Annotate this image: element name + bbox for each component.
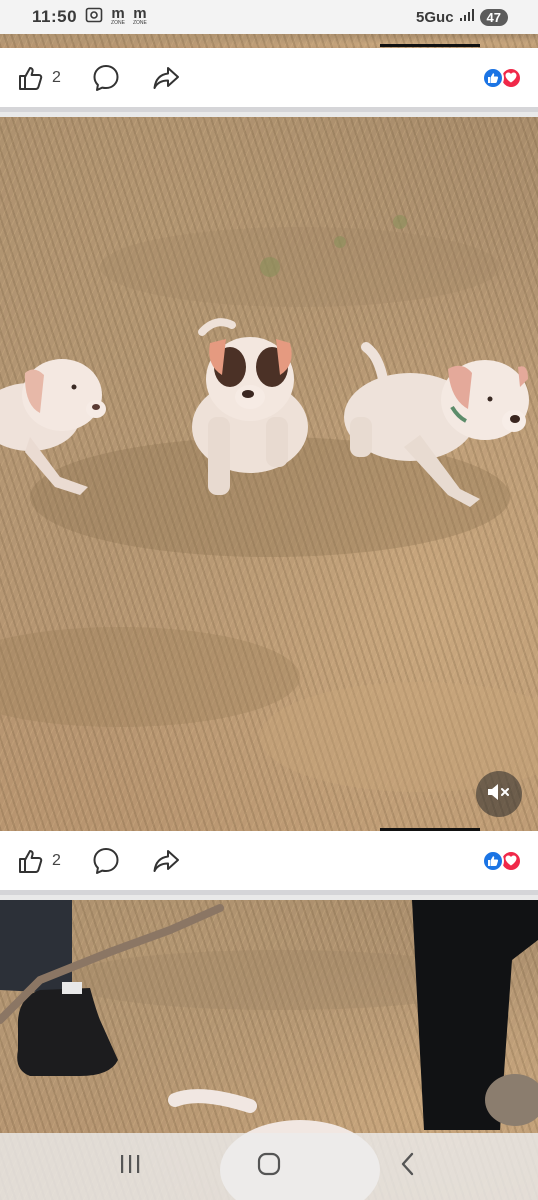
status-right: 5Guc 47 — [416, 8, 508, 26]
status-bar: 11:50 m ZONE m ZONE 5Guc 47 — [0, 0, 538, 34]
post-1-like-count: 2 — [52, 68, 61, 86]
share-icon — [151, 63, 181, 93]
post-2-share-button[interactable] — [151, 846, 181, 876]
battery-badge: 47 — [479, 8, 508, 26]
zone-indicator-1: m ZONE — [111, 4, 125, 27]
post-2-like-count: 2 — [52, 851, 61, 869]
like-reaction-icon — [482, 849, 504, 872]
post-2-reactions[interactable] — [482, 849, 522, 872]
post-2-comment-button[interactable] — [91, 846, 121, 876]
post-1-video[interactable] — [0, 117, 538, 831]
speaker-muted-icon — [486, 781, 512, 808]
signal-icon — [459, 8, 474, 26]
zone-indicator-2-caption: ZONE — [132, 19, 147, 26]
post-2-action-bar: 2 — [0, 831, 538, 895]
back-icon — [400, 1152, 416, 1181]
home-button[interactable] — [239, 1147, 299, 1187]
system-nav-bar — [0, 1133, 538, 1200]
post-1-reactions[interactable] — [482, 66, 522, 89]
status-left: 11:50 m ZONE m ZONE — [32, 4, 147, 28]
share-icon — [151, 846, 181, 876]
comment-icon — [91, 846, 121, 876]
previous-video-progress — [380, 44, 480, 47]
zone-indicator-2-letter: m — [133, 4, 147, 22]
mute-toggle-button[interactable] — [476, 771, 522, 817]
recent-apps-button[interactable] — [100, 1147, 160, 1187]
post-1-share-button[interactable] — [151, 63, 181, 93]
screen: 11:50 m ZONE m ZONE 5Guc 47 2 2 — [0, 0, 538, 1200]
post-1-comment-button[interactable] — [91, 63, 121, 93]
back-button[interactable] — [378, 1147, 438, 1187]
network-type: 5Guc — [416, 8, 454, 26]
thumbs-up-icon — [16, 847, 44, 875]
status-time: 11:50 — [32, 7, 78, 26]
zone-indicator-2: m ZONE — [132, 4, 147, 27]
like-reaction-icon — [482, 66, 504, 89]
screenshot-icon — [85, 7, 103, 28]
zone-indicator-1-letter: m — [111, 4, 125, 22]
post-1-action-bar: 2 — [0, 48, 538, 112]
recent-apps-icon — [119, 1154, 141, 1179]
home-icon — [257, 1152, 281, 1181]
comment-icon — [91, 63, 121, 93]
post-2-like-button[interactable]: 2 — [16, 847, 61, 875]
thumbs-up-icon — [16, 64, 44, 92]
puppies-illustration — [0, 215, 538, 792]
zone-indicator-1-caption: ZONE — [111, 19, 125, 26]
post-1-like-button[interactable]: 2 — [16, 64, 61, 92]
